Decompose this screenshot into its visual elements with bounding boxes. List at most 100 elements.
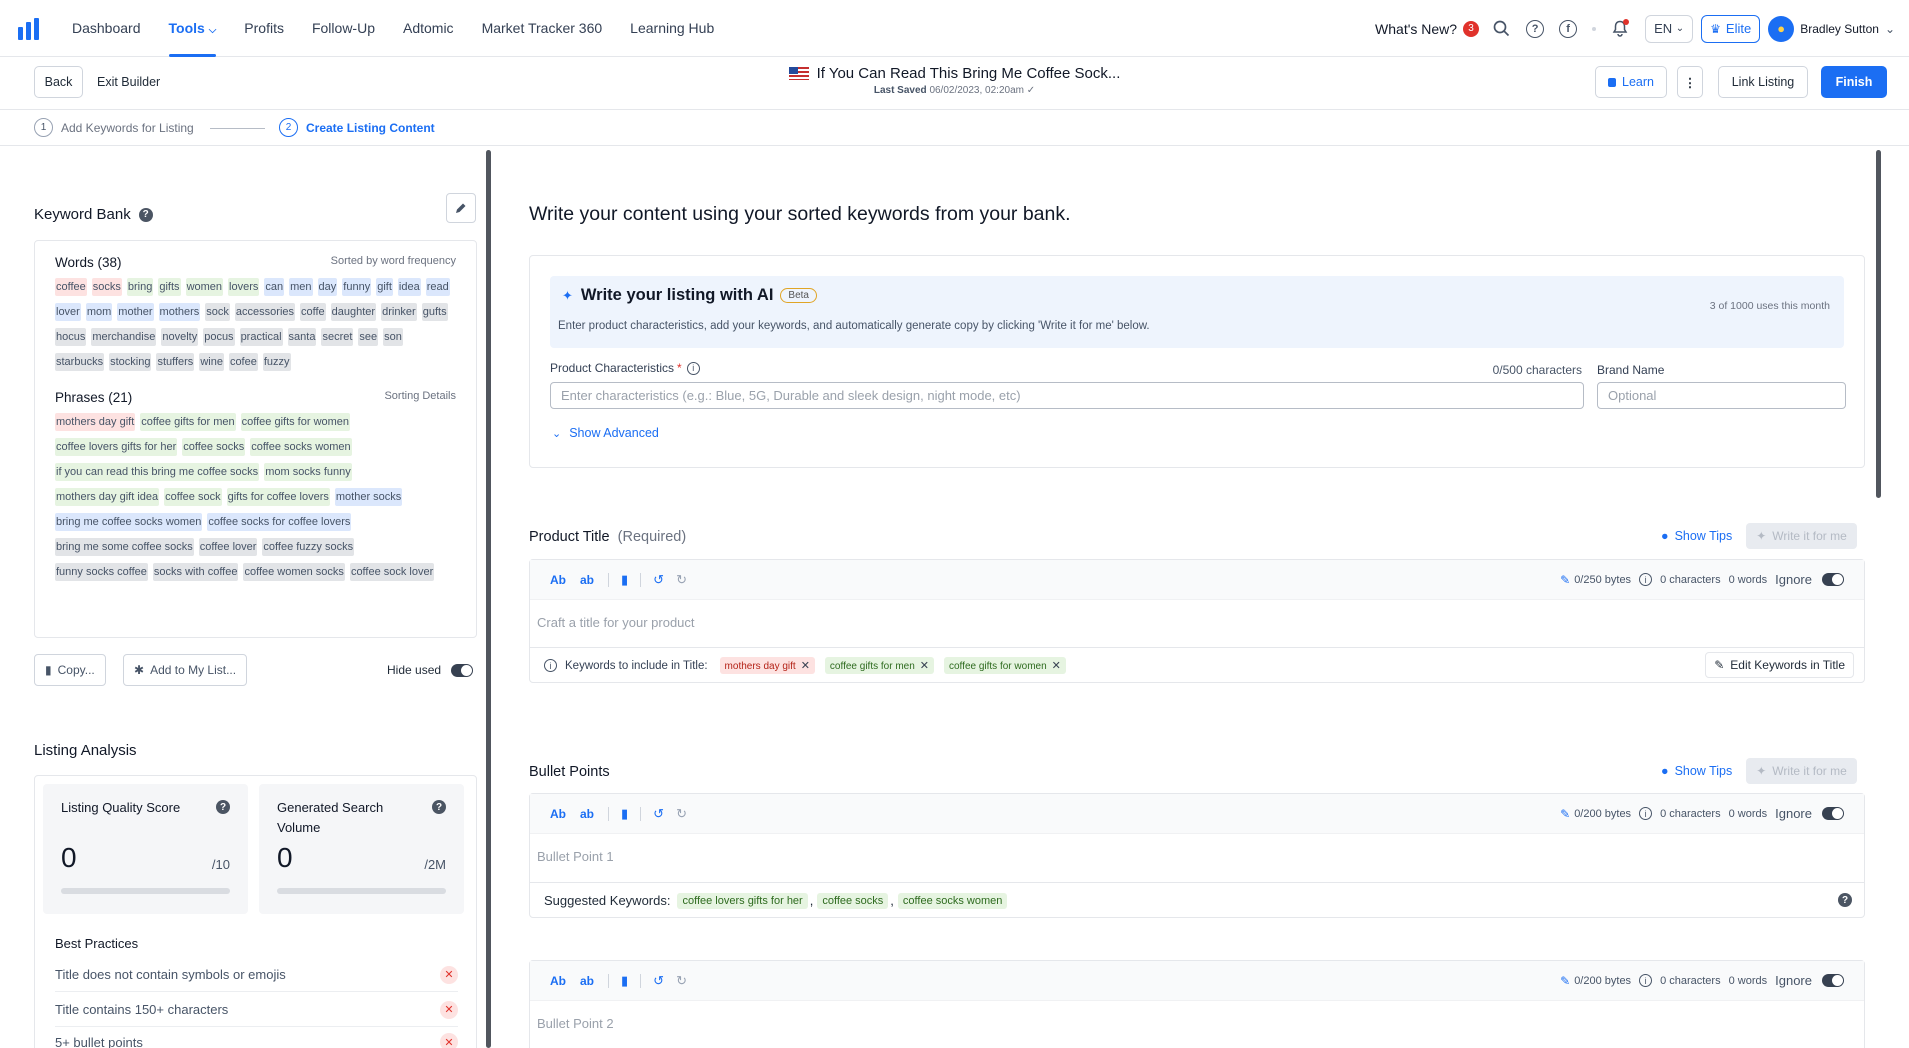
keyword-word-chip[interactable]: day <box>317 278 338 296</box>
user-name[interactable]: Bradley Sutton <box>1800 22 1879 36</box>
facebook-icon[interactable]: f <box>1559 19 1578 38</box>
keyword-word-chip[interactable]: mom <box>85 303 113 321</box>
keyword-word-chip[interactable]: mother <box>117 303 154 321</box>
suggested-keyword[interactable]: coffee socks women <box>897 892 1008 909</box>
elite-plan-button[interactable]: ♛ Elite <box>1701 14 1761 43</box>
keyword-word-chip[interactable]: funny <box>342 278 372 296</box>
whats-new-link[interactable]: What's New? <box>1375 21 1457 37</box>
hide-used-control[interactable]: Hide used <box>387 663 474 677</box>
keyword-phrase-chip[interactable]: coffee sock lover <box>349 563 435 581</box>
keyword-word-chip[interactable]: fuzzy <box>262 353 291 371</box>
search-icon[interactable] <box>1491 19 1511 39</box>
help-icon[interactable]: ? <box>216 800 230 814</box>
keyword-word-chip[interactable]: idea <box>397 278 421 296</box>
avatar[interactable]: ● <box>1768 15 1795 42</box>
info-icon[interactable]: i <box>686 361 700 375</box>
help-icon[interactable]: ? <box>432 800 446 814</box>
remove-x-icon[interactable]: ✕ <box>1052 660 1061 672</box>
lowercase-button[interactable]: ab <box>580 974 594 988</box>
keyword-word-chip[interactable]: practical <box>239 328 283 346</box>
info-icon[interactable]: i <box>544 659 557 672</box>
more-options-button[interactable]: ⋮ <box>1677 66 1703 98</box>
keyword-word-chip[interactable]: merchandise <box>91 328 157 346</box>
document-icon[interactable]: ▮ <box>621 973 628 989</box>
keyword-word-chip[interactable]: secret <box>321 328 354 346</box>
keyword-word-chip[interactable]: men <box>289 278 313 296</box>
helium10-logo-icon[interactable] <box>18 18 40 40</box>
write-it-for-me-button[interactable]: ✦ Write it for me <box>1746 758 1857 784</box>
redo-icon[interactable]: ↻ <box>676 973 687 989</box>
nav-market-tracker[interactable]: Market Tracker 360 <box>482 0 603 57</box>
keyword-word-chip[interactable]: coffee <box>55 278 87 296</box>
link-listing-button[interactable]: Link Listing <box>1718 66 1808 98</box>
nav-profits[interactable]: Profits <box>244 0 284 57</box>
redo-icon[interactable]: ↻ <box>676 806 687 822</box>
capitalize-button[interactable]: Ab <box>550 974 566 988</box>
remove-x-icon[interactable]: ✕ <box>801 660 810 672</box>
keyword-phrase-chip[interactable]: mothers day gift idea <box>55 488 160 506</box>
keyword-word-chip[interactable]: read <box>425 278 450 296</box>
keyword-phrase-chip[interactable]: coffee gifts for men <box>140 413 236 431</box>
keyword-word-chip[interactable]: hocus <box>55 328 87 346</box>
help-icon[interactable]: ? <box>138 207 153 222</box>
info-icon[interactable]: i <box>1639 974 1653 987</box>
keyword-phrase-chip[interactable]: coffee socks <box>182 438 246 456</box>
step-2[interactable]: 2 Create Listing Content <box>279 118 435 137</box>
listing-title[interactable]: If You Can Read This Bring Me Coffee Soc… <box>817 65 1121 82</box>
document-icon[interactable]: ▮ <box>621 572 628 588</box>
ignore-toggle[interactable] <box>1822 974 1844 987</box>
content-scrollbar[interactable] <box>1876 150 1881 498</box>
undo-icon[interactable]: ↺ <box>653 806 664 822</box>
keyword-word-chip[interactable]: sock <box>205 303 230 321</box>
write-it-for-me-button[interactable]: ✦ Write it for me <box>1746 523 1857 549</box>
help-icon[interactable]: ? <box>1526 19 1545 38</box>
nav-learning-hub[interactable]: Learning Hub <box>630 0 714 57</box>
nav-dashboard[interactable]: Dashboard <box>72 0 141 57</box>
keyword-word-chip[interactable]: see <box>358 328 379 346</box>
show-tips-button[interactable]: ● Show Tips <box>1661 529 1732 543</box>
capitalize-button[interactable]: Ab <box>550 573 566 587</box>
chevron-down-icon[interactable]: ⌄ <box>1885 22 1895 36</box>
help-icon[interactable]: ? <box>1838 893 1852 907</box>
characteristics-input[interactable]: Enter characteristics (e.g.: Blue, 5G, D… <box>550 382 1584 409</box>
ignore-toggle[interactable] <box>1822 573 1844 586</box>
keyword-word-chip[interactable]: pocus <box>203 328 235 346</box>
keyword-word-chip[interactable]: can <box>264 278 285 296</box>
keyword-word-chip[interactable]: socks <box>91 278 122 296</box>
lowercase-button[interactable]: ab <box>580 807 594 821</box>
title-placeholder[interactable]: Craft a title for your product <box>537 615 695 630</box>
nav-adtomic[interactable]: Adtomic <box>403 0 454 57</box>
keyword-word-chip[interactable]: lover <box>55 303 81 321</box>
keyword-word-chip[interactable]: mothers <box>158 303 201 321</box>
redo-icon[interactable]: ↻ <box>676 572 687 588</box>
edit-keywords-in-title-button[interactable]: ✎ Edit Keywords in Title <box>1705 652 1854 678</box>
brand-name-input[interactable]: Optional <box>1597 382 1846 409</box>
ignore-toggle[interactable] <box>1822 807 1844 820</box>
keyword-word-chip[interactable]: drinker <box>381 303 417 321</box>
keyword-phrase-chip[interactable]: coffee sock <box>164 488 222 506</box>
keyword-phrase-chip[interactable]: coffee socks for coffee lovers <box>207 513 352 531</box>
show-tips-button[interactable]: ● Show Tips <box>1661 764 1732 778</box>
edit-keywords-button[interactable] <box>446 193 476 223</box>
copy-button[interactable]: ▮ Copy... <box>34 654 106 686</box>
keyword-word-chip[interactable]: stocking <box>109 353 152 371</box>
language-select[interactable]: EN ⌄ <box>1645 14 1694 43</box>
keyword-phrase-chip[interactable]: socks with coffee <box>152 563 239 581</box>
nav-follow-up[interactable]: Follow-Up <box>312 0 375 57</box>
keyword-phrase-chip[interactable]: coffee lovers gifts for her <box>55 438 178 456</box>
suggested-keyword[interactable]: coffee socks <box>817 892 889 909</box>
keyword-phrase-chip[interactable]: funny socks coffee <box>55 563 148 581</box>
keyword-word-chip[interactable]: daughter <box>330 303 377 321</box>
keyword-word-chip[interactable]: women <box>185 278 224 296</box>
keyword-word-chip[interactable]: novelty <box>161 328 199 346</box>
keyword-word-chip[interactable]: gifts <box>158 278 181 296</box>
keyword-word-chip[interactable]: stuffers <box>156 353 195 371</box>
keyword-phrase-chip[interactable]: gifts for coffee lovers <box>226 488 330 506</box>
document-icon[interactable]: ▮ <box>621 806 628 822</box>
nav-tools[interactable]: Tools ⌵ <box>168 0 216 57</box>
keyword-word-chip[interactable]: accessories <box>234 303 295 321</box>
keyword-word-chip[interactable]: santa <box>287 328 317 346</box>
keyword-phrase-chip[interactable]: mom socks funny <box>264 463 352 481</box>
hide-used-toggle[interactable] <box>451 663 474 677</box>
keyword-phrase-chip[interactable]: coffee women socks <box>243 563 345 581</box>
